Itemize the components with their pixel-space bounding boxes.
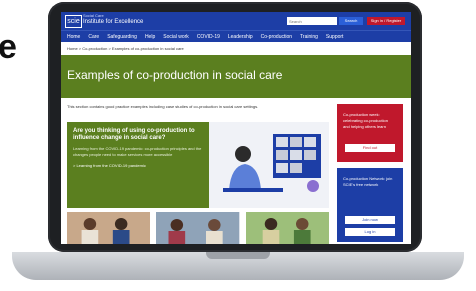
- search-input[interactable]: [287, 17, 337, 25]
- photo-row: [67, 212, 329, 244]
- feature-panel: Are you thinking of using co-production …: [67, 122, 329, 208]
- nav-item[interactable]: Home: [67, 34, 80, 40]
- nav-item[interactable]: Co-production: [261, 34, 292, 40]
- sidebar-promo-red: Co-production week: celebrating co-produ…: [337, 104, 403, 162]
- nav-item[interactable]: Safeguarding: [107, 34, 137, 40]
- sidebar-promo-text: Co-production week: celebrating co-produ…: [343, 112, 388, 129]
- top-bar: scie Social Care Institute for Excellenc…: [61, 12, 411, 30]
- nav-item[interactable]: Care: [88, 34, 99, 40]
- site-logo[interactable]: scie: [65, 15, 82, 28]
- nav-item[interactable]: Help: [145, 34, 155, 40]
- video-call-illustration-icon: [215, 130, 325, 204]
- intro-text: This section contains good practice exam…: [67, 104, 259, 109]
- breadcrumb[interactable]: Home > Co-production > Examples of co-pr…: [67, 46, 184, 51]
- main-nav: Home Care Safeguarding Help Social work …: [61, 30, 411, 42]
- find-out-button[interactable]: Find out: [345, 144, 395, 152]
- feature-link[interactable]: > Learning from the COVID-19 pandemic: [73, 163, 203, 168]
- join-button[interactable]: Join now: [345, 216, 395, 224]
- nav-item[interactable]: COVID-19: [197, 34, 220, 40]
- nav-item[interactable]: Leadership: [228, 34, 253, 40]
- feature-body: Learning from the COVID-19 pandemic: co-…: [73, 146, 202, 157]
- brand-name: Institute for Excellence: [83, 19, 144, 25]
- sidebar-promo-blue: Co-production Network: join SCIE's free …: [337, 168, 403, 242]
- nav-item[interactable]: Training: [300, 34, 318, 40]
- sidebar-promo-text: Co-production Network: join SCIE's free …: [343, 176, 393, 187]
- group-photo-icon[interactable]: [67, 212, 151, 244]
- group-photo-icon[interactable]: [245, 212, 329, 244]
- brand-subtitle: Social Care: [83, 13, 104, 18]
- group-photo-icon[interactable]: [156, 212, 240, 244]
- overlay-letter: e: [0, 28, 17, 66]
- laptop-screen: scie Social Care Institute for Excellenc…: [61, 12, 411, 244]
- signin-button[interactable]: Sign in / Register: [367, 17, 405, 25]
- laptop-notch: [206, 252, 270, 259]
- nav-item[interactable]: Social work: [163, 34, 189, 40]
- feature-title: Are you thinking of using co-production …: [73, 128, 195, 141]
- login-button[interactable]: Log in: [345, 228, 395, 236]
- feature-text-box: Are you thinking of using co-production …: [67, 122, 209, 208]
- search-button[interactable]: Search: [339, 17, 363, 25]
- page-title: Examples of co-production in social care: [67, 68, 283, 82]
- hero-banner: Examples of co-production in social care: [61, 55, 411, 98]
- nav-item[interactable]: Support: [326, 34, 344, 40]
